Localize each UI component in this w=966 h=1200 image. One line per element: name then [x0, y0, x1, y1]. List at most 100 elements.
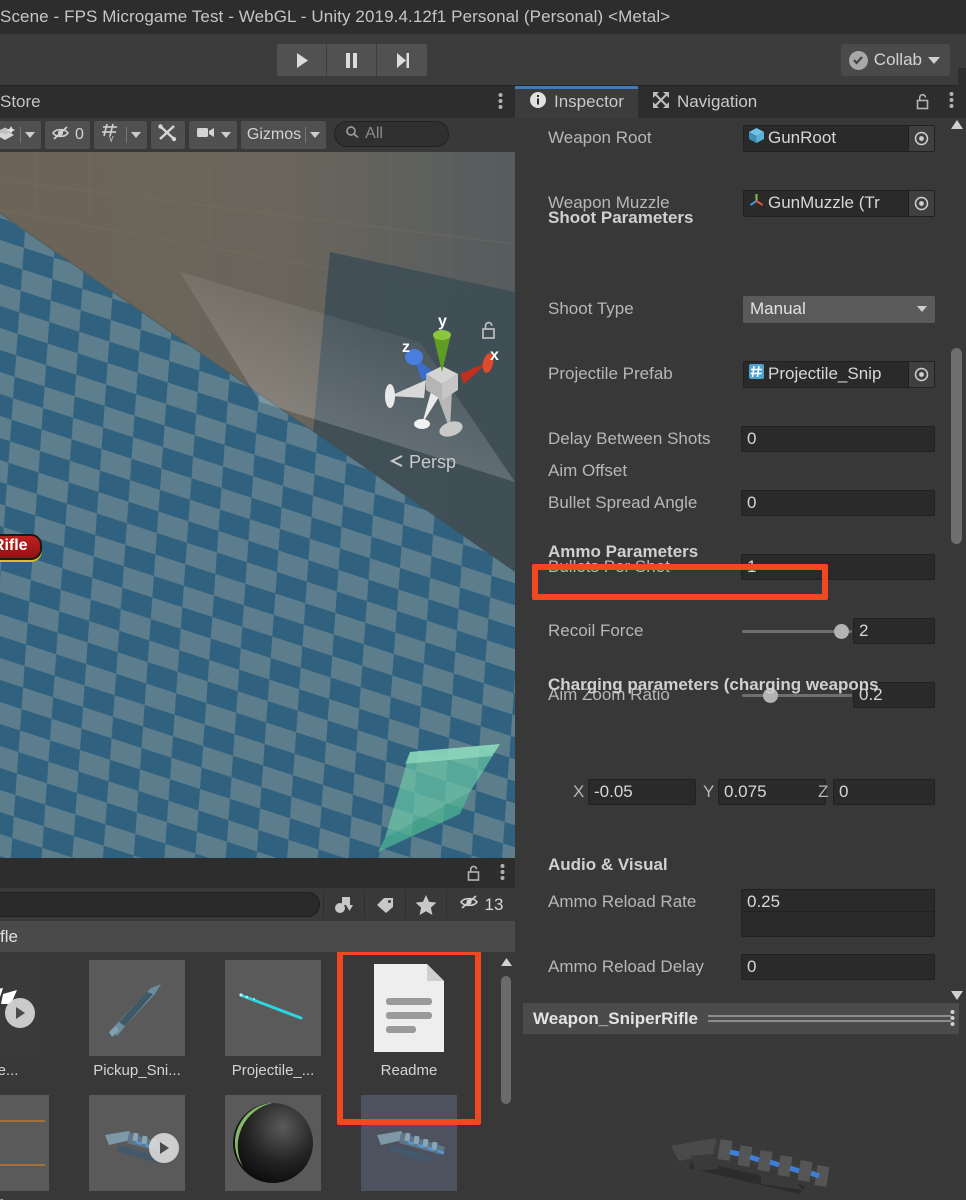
scroll-thumb[interactable]: [951, 348, 962, 544]
triangle-down-icon[interactable]: [951, 991, 963, 1000]
svg-text:y: y: [109, 133, 114, 142]
unlock-icon[interactable]: [466, 864, 481, 887]
kebab-menu-icon[interactable]: [950, 1007, 955, 1034]
scene-tools-button[interactable]: [150, 121, 185, 149]
asset-grid[interactable]: Snipe... Pickup_Sni...: [0, 952, 515, 1200]
star-icon[interactable]: [405, 890, 445, 919]
kebab-menu-icon[interactable]: [500, 862, 505, 887]
project-tab-row: [0, 858, 515, 888]
chevron-down-icon[interactable]: [310, 132, 321, 138]
tab-navigation[interactable]: Navigation: [638, 86, 771, 118]
play-button[interactable]: [277, 44, 327, 76]
info-icon: [529, 91, 547, 114]
list-item[interactable]: Projectile_...: [225, 960, 321, 1079]
preview-play-icon[interactable]: [5, 998, 35, 1028]
kebab-menu-icon[interactable]: [498, 91, 503, 116]
inspector-scrollbar[interactable]: [948, 120, 964, 1000]
triangle-up-icon[interactable]: [500, 958, 512, 966]
sniper-rifle-model: [671, 1138, 830, 1194]
scene-object-label[interactable]: perRifle: [0, 534, 42, 560]
scene-search-input[interactable]: All: [334, 121, 450, 147]
project-search-input[interactable]: [0, 892, 320, 917]
object-picker-icon[interactable]: [908, 190, 934, 216]
shoot-type-dropdown[interactable]: Manual: [743, 295, 935, 323]
list-item[interactable]: Pickup_Sni...: [89, 960, 185, 1079]
list-item[interactable]: Weapon_Sn...: [89, 1095, 185, 1200]
selection-highlight-box: [337, 952, 481, 1125]
recoil-force-slider[interactable]: [742, 624, 852, 639]
delay-between-shots-input[interactable]: 0: [741, 426, 935, 452]
divider: [20, 127, 21, 143]
preview-drag-handle[interactable]: [708, 1015, 959, 1022]
aim-offset-z-value: 0: [839, 782, 849, 801]
property-row-bullet-spread-angle: Bullet Spread Angle 0: [515, 487, 966, 519]
scene-view-toolbar: 0 y Gizmos All: [0, 118, 515, 152]
aim-offset-x-input[interactable]: -0.05: [588, 779, 696, 805]
triangle-up-icon[interactable]: [951, 120, 963, 129]
property-row-shoot-type: Shoot Type Manual: [515, 293, 966, 325]
breadcrumb[interactable]: fle: [0, 921, 515, 952]
recoil-force-input[interactable]: 2: [853, 618, 935, 644]
bullet-spread-angle-input[interactable]: 0: [741, 490, 935, 516]
chevron-left-icon: [389, 452, 405, 473]
scene-tab-row: Store: [0, 86, 515, 118]
filter-by-type-icon[interactable]: [323, 890, 363, 919]
chevron-down-icon[interactable]: [130, 132, 141, 138]
effects-count-label: 0: [75, 126, 84, 143]
check-circle-icon: [848, 50, 868, 70]
shoot-type-value: Manual: [750, 299, 806, 318]
collab-button[interactable]: Collab: [840, 44, 950, 76]
property-row-delay-between-shots: Delay Between Shots 0: [515, 423, 966, 455]
pickup-rifle-thumb: [89, 960, 185, 1056]
scroll-thumb[interactable]: [501, 976, 511, 1104]
step-button[interactable]: [377, 44, 427, 76]
list-item[interactable]: Snipe...: [0, 960, 41, 1079]
chevron-down-icon[interactable]: [25, 132, 35, 138]
grid-visibility-button[interactable]: y: [93, 121, 147, 149]
scene-view[interactable]: y z x Persp perRifle: [0, 152, 515, 858]
inspector-properties[interactable]: Weapon Root GunRoot Weapon Muzzle GunMuz…: [515, 118, 966, 1003]
tab-navigation-label: Navigation: [676, 92, 758, 111]
tab-inspector[interactable]: Inspector: [515, 86, 638, 118]
property-label: Shoot Type: [548, 299, 634, 318]
property-row-recoil-force: Recoil Force 2: [515, 615, 966, 647]
slider-knob[interactable]: [834, 624, 849, 639]
preview-header[interactable]: Weapon_SniperRifle: [523, 1003, 959, 1034]
scene-camera-button[interactable]: [188, 121, 237, 149]
filter-by-label-icon[interactable]: [364, 890, 404, 919]
store-tab-label[interactable]: Store: [0, 92, 41, 112]
weapon-root-object-field[interactable]: GunRoot: [743, 124, 935, 152]
unlock-icon[interactable]: [915, 92, 930, 116]
vector-x-label: X: [573, 782, 585, 801]
projectile-prefab-object-field[interactable]: Projectile_Snip: [743, 360, 935, 388]
gizmos-button[interactable]: Gizmos: [240, 121, 327, 149]
section-header-shoot-parameters: Shoot Parameters: [548, 208, 694, 227]
list-item[interactable]: rRifle...: [0, 1095, 49, 1200]
ammo-reload-delay-input[interactable]: 0: [741, 954, 935, 980]
clipped-next-field[interactable]: [741, 911, 935, 937]
weapon-muzzle-object-field[interactable]: GunMuzzle (Tr: [743, 189, 935, 217]
list-item[interactable]: Weapon_Sn...: [225, 1095, 321, 1200]
section-header-charging-parameters: Charging parameters (charging weapons: [548, 675, 879, 694]
unlock-icon[interactable]: [480, 320, 497, 345]
aim-offset-z-input[interactable]: 0: [833, 779, 935, 805]
preview-viewport[interactable]: [523, 1034, 959, 1200]
effects-toggle-button[interactable]: 0: [45, 121, 90, 149]
preview-play-icon[interactable]: [149, 1133, 179, 1163]
chevron-down-icon: [928, 56, 940, 64]
hidden-count-label: 13: [484, 894, 504, 914]
aim-offset-y-input[interactable]: 0.075: [718, 779, 826, 805]
chevron-down-icon[interactable]: [220, 132, 231, 138]
object-picker-icon[interactable]: [908, 361, 934, 387]
list-item-label: Projectile_...: [231, 1062, 315, 1079]
projection-toggle[interactable]: Persp: [389, 452, 456, 473]
hidden-objects-indicator[interactable]: 13: [446, 890, 515, 919]
pause-button[interactable]: [327, 44, 377, 76]
asset-grid-scrollbar[interactable]: [499, 954, 513, 1200]
kebab-menu-icon[interactable]: [949, 90, 954, 115]
left-column: Store 0 y Gizmos All y z x Persp ifle 13…: [0, 86, 515, 1200]
shading-mode-button[interactable]: [0, 121, 41, 149]
scene-render: [0, 152, 515, 858]
inspector-tab-bar: Inspector Navigation: [515, 86, 966, 118]
object-picker-icon[interactable]: [908, 125, 934, 151]
